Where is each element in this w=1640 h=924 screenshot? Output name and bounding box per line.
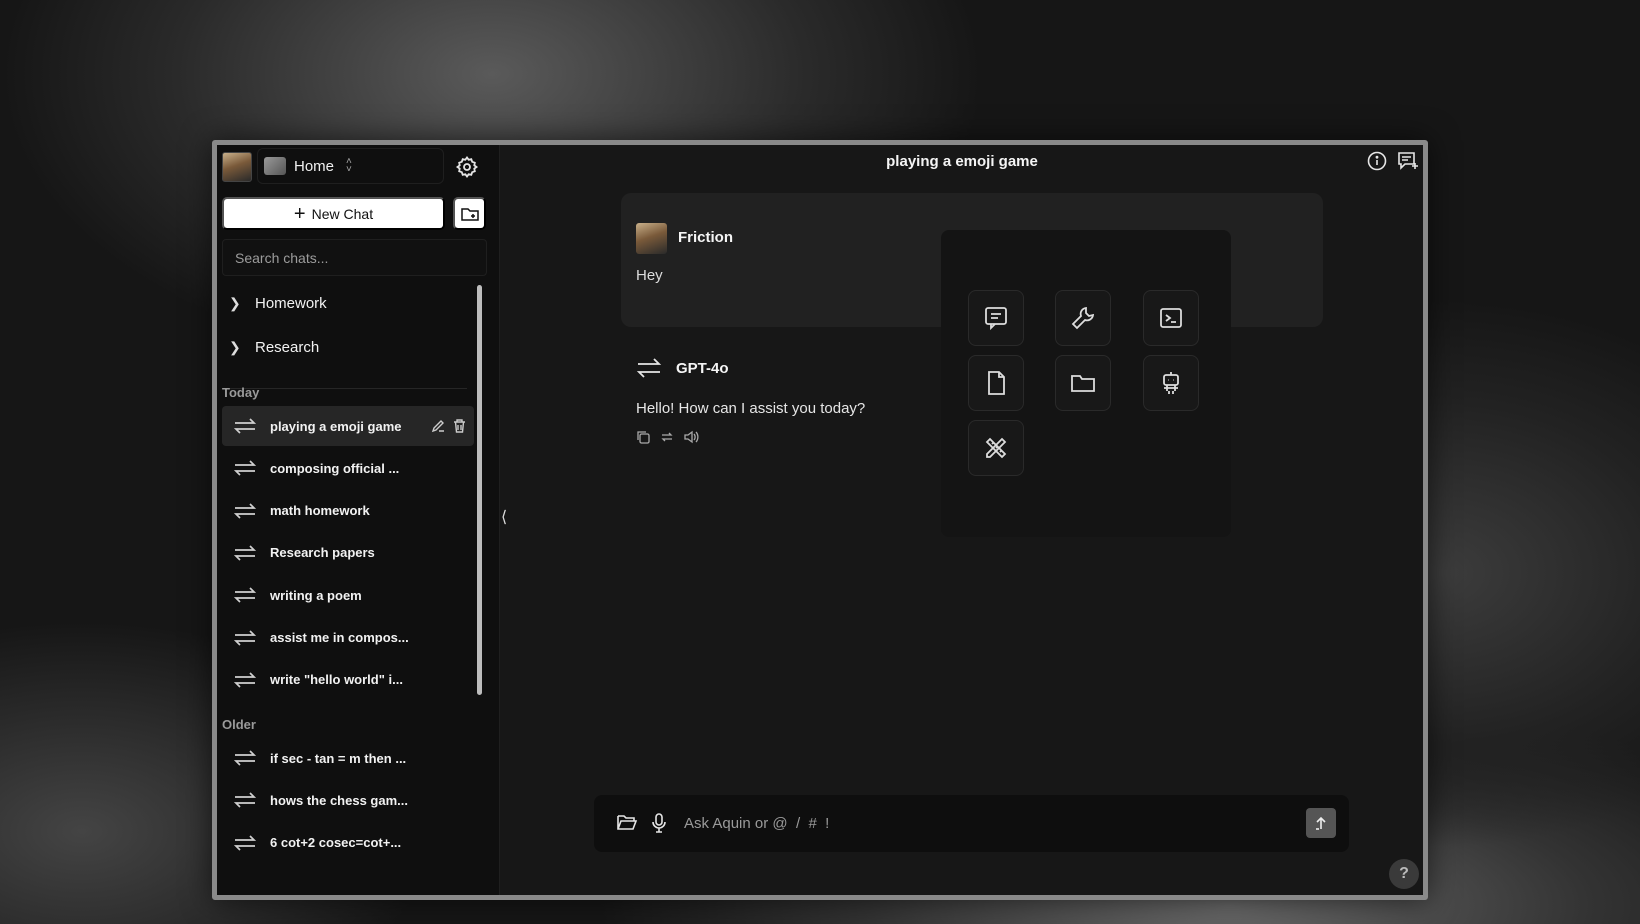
chat-list-item[interactable]: assist me in compos... bbox=[222, 618, 474, 658]
chat-item-label: 6 cot+2 cosec=cot+... bbox=[270, 835, 402, 851]
chat-list-item[interactable]: composing official ... bbox=[222, 448, 474, 488]
model-icon bbox=[234, 502, 256, 519]
tool-design[interactable] bbox=[968, 420, 1024, 476]
send-arrow-icon bbox=[1316, 816, 1326, 830]
robot-icon bbox=[1163, 372, 1179, 394]
user-name: Friction bbox=[678, 229, 733, 246]
message-actions bbox=[636, 430, 699, 444]
folder-homework[interactable]: ❯ Homework bbox=[229, 295, 327, 312]
chevron-updown-icon: ˄ ˅ bbox=[346, 156, 352, 175]
tool-wrench[interactable] bbox=[1055, 290, 1111, 346]
top-actions bbox=[1367, 151, 1419, 171]
tool-chat[interactable] bbox=[968, 290, 1024, 346]
terminal-icon bbox=[1160, 308, 1182, 328]
chat-item-label: write "hello world" i... bbox=[270, 672, 403, 688]
model-icon bbox=[636, 358, 662, 378]
microphone-icon[interactable] bbox=[650, 812, 668, 834]
workspace-switcher[interactable]: Home ˄ ˅ bbox=[257, 148, 444, 184]
speaker-icon[interactable] bbox=[684, 430, 699, 444]
regenerate-icon[interactable] bbox=[660, 430, 674, 444]
model-icon bbox=[234, 418, 256, 434]
chat-item-label: hows the chess gam... bbox=[270, 792, 408, 808]
tool-document[interactable] bbox=[968, 355, 1024, 411]
copy-icon[interactable] bbox=[636, 430, 650, 444]
section-today: Today bbox=[222, 385, 260, 400]
folder-label: Research bbox=[255, 339, 320, 356]
sidebar: Home ˄˅ + New Chat ❯ Homework ❯ Research… bbox=[217, 145, 500, 895]
composer bbox=[594, 795, 1349, 852]
ruler-pencil-icon bbox=[985, 437, 1007, 459]
model-icon bbox=[234, 672, 256, 688]
chat-list-item[interactable]: playing a emoji game bbox=[222, 406, 474, 446]
scrollbar[interactable] bbox=[477, 285, 482, 695]
chat-list-item[interactable]: math homework bbox=[222, 491, 474, 531]
chat-item-label: math homework bbox=[270, 503, 370, 519]
folder-plus-icon bbox=[460, 207, 479, 221]
search-input[interactable] bbox=[222, 239, 487, 276]
chevron-right-icon: ❯ bbox=[229, 295, 241, 311]
tools-palette bbox=[941, 230, 1231, 537]
model-icon bbox=[234, 460, 256, 476]
chat-list-item[interactable]: 6 cot+2 cosec=cot+... bbox=[222, 823, 474, 863]
model-icon bbox=[234, 545, 256, 561]
app-window: Home ˄˅ + New Chat ❯ Homework ❯ Research… bbox=[212, 140, 1428, 900]
page-title: playing a emoji game bbox=[886, 153, 1038, 170]
folder-icon bbox=[1071, 375, 1095, 392]
chat-main: playing a emoji game Friction Hey GPT-4o… bbox=[501, 145, 1423, 895]
model-icon bbox=[234, 792, 256, 808]
user-avatar bbox=[636, 223, 667, 254]
new-folder-button[interactable] bbox=[453, 197, 486, 230]
folder-open-icon[interactable] bbox=[616, 812, 638, 832]
tool-folder[interactable] bbox=[1055, 355, 1111, 411]
workspace-label: Home bbox=[294, 157, 335, 175]
chat-item-label: writing a poem bbox=[270, 587, 362, 603]
assistant-message-text: Hello! How can I assist you today? bbox=[636, 400, 866, 417]
new-chat-label: New Chat bbox=[311, 205, 374, 222]
tool-robot[interactable] bbox=[1143, 355, 1199, 411]
model-icon bbox=[234, 834, 256, 851]
edit-icon[interactable] bbox=[431, 419, 445, 433]
chat-list-item[interactable]: Research papers bbox=[222, 533, 474, 573]
chat-item-label: if sec - tan = m then ... bbox=[270, 750, 407, 766]
tool-terminal[interactable] bbox=[1143, 290, 1199, 346]
new-chat-button[interactable]: + New Chat bbox=[222, 197, 445, 230]
user-message-text: Hey bbox=[636, 267, 663, 284]
chat-list-item[interactable]: writing a poem bbox=[222, 575, 474, 615]
chat-item-label: playing a emoji game bbox=[270, 418, 402, 434]
chat-list-item[interactable]: hows the chess gam... bbox=[222, 780, 474, 820]
chat-item-label: assist me in compos... bbox=[270, 630, 409, 645]
info-icon[interactable] bbox=[1367, 151, 1387, 171]
chat-item-label: Research papers bbox=[270, 545, 375, 561]
assistant-name: GPT-4o bbox=[676, 360, 729, 377]
chat-item-label: composing official ... bbox=[270, 460, 400, 476]
new-message-icon[interactable] bbox=[1397, 151, 1419, 171]
chat-input[interactable] bbox=[684, 805, 1244, 841]
document-icon bbox=[988, 371, 1005, 395]
workspace-icon bbox=[264, 157, 286, 175]
chat-list-item[interactable]: if sec - tan = m then ... bbox=[222, 738, 474, 778]
gear-icon[interactable] bbox=[455, 155, 479, 179]
plus-icon: + bbox=[293, 202, 306, 225]
item-actions bbox=[431, 419, 474, 433]
model-icon bbox=[234, 750, 256, 766]
send-button[interactable] bbox=[1306, 808, 1336, 838]
chat-list-item[interactable]: write "hello world" i... bbox=[222, 660, 474, 700]
help-button[interactable]: ? bbox=[1389, 859, 1419, 889]
section-older: Older bbox=[222, 717, 256, 732]
user-avatar[interactable] bbox=[222, 152, 252, 182]
trash-icon[interactable] bbox=[453, 419, 466, 433]
chat-icon bbox=[985, 307, 1007, 331]
wrench-icon bbox=[1071, 306, 1095, 330]
model-icon bbox=[234, 587, 256, 603]
folder-research[interactable]: ❯ Research bbox=[229, 339, 319, 356]
model-icon bbox=[234, 629, 256, 646]
chevron-right-icon: ❯ bbox=[229, 339, 241, 355]
folder-label: Homework bbox=[255, 295, 327, 312]
